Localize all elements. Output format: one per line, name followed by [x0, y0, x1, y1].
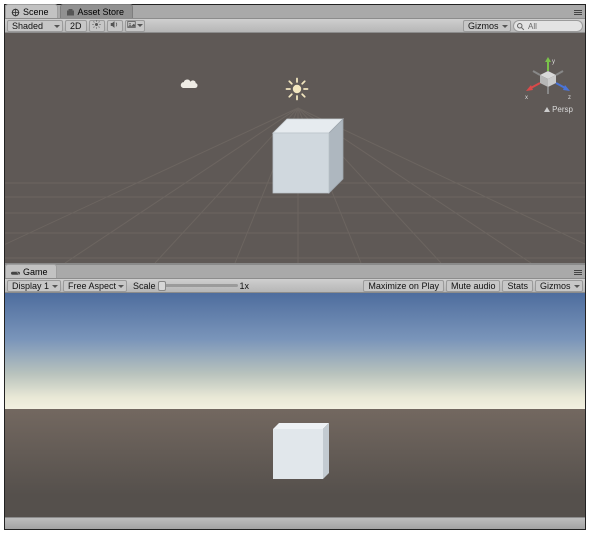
orientation-gizmo[interactable]: x y z Persp [523, 57, 573, 113]
game-tab-strip: Game [5, 265, 585, 279]
game-toolbar: Display 1 Free Aspect Scale 1x Maximize … [5, 279, 585, 293]
scene-search-input[interactable]: All [513, 20, 583, 32]
search-placeholder: All [528, 22, 537, 31]
maximize-label: Maximize on Play [368, 281, 439, 291]
scene-tab-strip: Scene Asset Store [5, 5, 585, 19]
scene-icon [11, 8, 20, 17]
game-gizmos-dropdown[interactable]: Gizmos [535, 280, 583, 292]
game-gizmos-label: Gizmos [540, 281, 571, 291]
asset-store-icon [66, 8, 75, 17]
scale-slider[interactable] [158, 281, 238, 291]
display-dropdown[interactable]: Display 1 [7, 280, 61, 292]
shading-mode-label: Shaded [12, 21, 43, 31]
image-icon [127, 20, 136, 31]
game-panel-menu-icon[interactable] [571, 266, 585, 278]
panel-menu-icon[interactable] [571, 6, 585, 18]
gizmos-dropdown[interactable]: Gizmos [463, 20, 511, 32]
skybox-gizmo-icon[interactable] [179, 79, 199, 93]
sun-icon [92, 20, 101, 31]
tab-asset-store[interactable]: Asset Store [60, 4, 134, 18]
scale-label: Scale [133, 281, 156, 291]
cube-object[interactable] [255, 117, 351, 205]
stats-label: Stats [507, 281, 528, 291]
directional-light-gizmo-icon[interactable] [285, 77, 309, 103]
tab-scene[interactable]: Scene [5, 4, 58, 18]
speaker-icon [110, 20, 119, 31]
skybox-sky [5, 293, 585, 409]
shading-mode-dropdown[interactable]: Shaded [7, 20, 63, 32]
game-viewport[interactable] [5, 293, 585, 517]
effects-dropdown[interactable] [125, 20, 145, 32]
projection-label: Persp [552, 105, 573, 114]
search-icon [516, 22, 525, 31]
projection-toggle[interactable]: Persp [523, 105, 573, 114]
tab-asset-store-label: Asset Store [78, 7, 125, 17]
2d-toggle-label: 2D [70, 21, 82, 31]
scene-toolbar: Shaded 2D Gizmos [5, 19, 585, 33]
tab-scene-label: Scene [23, 7, 49, 17]
aspect-dropdown[interactable]: Free Aspect [63, 280, 127, 292]
display-label: Display 1 [12, 281, 49, 291]
gizmo-y-label: y [552, 59, 555, 65]
scene-viewport[interactable]: x y z Persp [5, 33, 585, 263]
mute-audio-toggle[interactable]: Mute audio [446, 280, 501, 292]
gizmo-z-label: z [568, 95, 571, 101]
game-icon [11, 268, 20, 277]
aspect-label: Free Aspect [68, 281, 116, 291]
2d-toggle[interactable]: 2D [65, 20, 87, 32]
tab-game[interactable]: Game [5, 264, 57, 278]
cube-object-game [267, 421, 335, 487]
mute-label: Mute audio [451, 281, 496, 291]
audio-toggle[interactable] [107, 20, 123, 32]
gizmos-label: Gizmos [468, 21, 499, 31]
status-bar [5, 517, 585, 529]
tab-game-label: Game [23, 267, 48, 277]
scale-value: 1x [240, 281, 250, 291]
maximize-on-play-toggle[interactable]: Maximize on Play [363, 280, 444, 292]
stats-toggle[interactable]: Stats [502, 280, 533, 292]
scene-lighting-toggle[interactable] [89, 20, 105, 32]
gizmo-x-label: x [525, 95, 528, 101]
